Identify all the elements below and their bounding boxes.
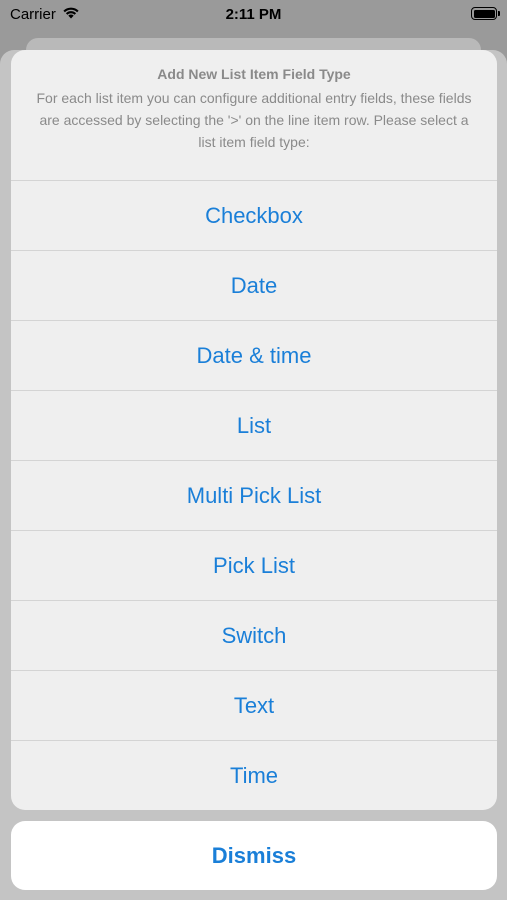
action-sheet-title: Add New List Item Field Type [157, 66, 351, 82]
option-date[interactable]: Date [11, 251, 497, 321]
battery-fill [473, 9, 495, 18]
status-bar: Carrier 2:11 PM [0, 0, 507, 30]
option-time[interactable]: Time [11, 741, 497, 810]
option-multi-pick-list[interactable]: Multi Pick List [11, 461, 497, 531]
option-date-and-time[interactable]: Date & time [11, 321, 497, 391]
battery-cap [498, 11, 500, 16]
option-list[interactable]: List [11, 391, 497, 461]
option-checkbox[interactable]: Checkbox [11, 181, 497, 251]
option-pick-list[interactable]: Pick List [11, 531, 497, 601]
option-text[interactable]: Text [11, 671, 497, 741]
status-time: 2:11 PM [225, 6, 282, 23]
action-sheet: Add New List Item Field Type For each li… [11, 50, 497, 810]
battery-icon [471, 7, 500, 20]
action-sheet-message: For each list item you can configure add… [36, 90, 472, 150]
action-sheet-header: Add New List Item Field Type For each li… [11, 50, 497, 181]
option-switch[interactable]: Switch [11, 601, 497, 671]
dismiss-button[interactable]: Dismiss [11, 821, 497, 890]
